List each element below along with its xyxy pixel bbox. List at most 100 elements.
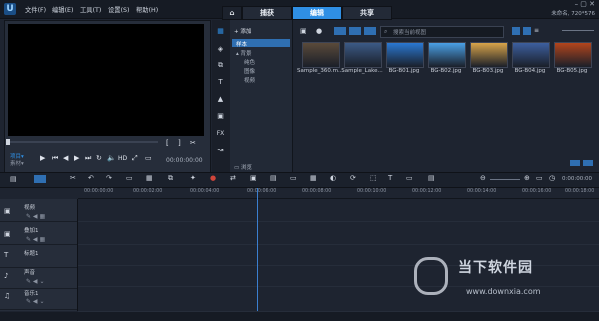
clock-icon[interactable]: ◷	[549, 174, 555, 182]
thumb-view-icon[interactable]	[523, 27, 531, 35]
folder-video[interactable]: 视频	[244, 76, 255, 84]
multicam-icon[interactable]: ▦	[310, 174, 317, 182]
chapter-icon[interactable]: ▤	[270, 174, 277, 182]
show-photo-icon[interactable]	[349, 27, 361, 35]
media-icon[interactable]: ▦	[215, 26, 226, 37]
add-folder-button[interactable]: + 添加	[234, 27, 251, 35]
prev-frame-icon[interactable]: ◀	[63, 154, 68, 162]
hd-icon[interactable]: HD	[118, 155, 127, 162]
folder-color[interactable]: 纯色	[244, 58, 255, 66]
motion-icon[interactable]: ✦	[190, 174, 196, 182]
options2-icon[interactable]	[583, 160, 593, 166]
speed-icon[interactable]: ⟳	[350, 174, 356, 182]
menu-file[interactable]: 文件(F)	[25, 5, 46, 14]
menu-settings[interactable]: 设置(S)	[108, 5, 130, 14]
title-icon[interactable]: T	[215, 77, 226, 88]
media-thumb[interactable]	[428, 42, 466, 68]
transition-icon[interactable]: ⧉	[215, 60, 226, 71]
thumb-size-slider[interactable]	[562, 30, 594, 31]
preview-scrubber[interactable]	[8, 141, 158, 143]
record-icon[interactable]: ●	[316, 27, 322, 35]
tab-capture[interactable]: 捕获	[242, 6, 292, 20]
show-video-icon[interactable]	[334, 27, 346, 35]
cc-icon[interactable]: ▭	[290, 174, 297, 182]
filter-icon[interactable]: ▣	[215, 111, 226, 122]
export-icon[interactable]: ▤	[428, 174, 435, 182]
browse-button[interactable]: ▭ 浏览	[234, 163, 252, 171]
playhead[interactable]	[257, 188, 258, 311]
mask-icon[interactable]: ◐	[330, 174, 336, 182]
play-icon[interactable]: ▶	[40, 154, 45, 162]
preview-timecode[interactable]: 00:00:00:00	[166, 157, 203, 164]
track-edit-icon[interactable]: ✎ ◀ ▦	[26, 236, 45, 243]
fx-icon[interactable]: FX	[215, 128, 226, 139]
path-icon[interactable]: ↝	[215, 145, 226, 156]
folder-image[interactable]: 图像	[244, 67, 255, 75]
aspect-icon[interactable]: ▭	[145, 154, 152, 162]
overlay-track-area[interactable]	[78, 222, 599, 245]
media-thumb[interactable]	[386, 42, 424, 68]
scrubber-knob[interactable]	[6, 139, 10, 145]
list-view-icon[interactable]	[512, 27, 520, 35]
media-thumb[interactable]	[554, 42, 592, 68]
video-track-area[interactable]	[78, 199, 599, 222]
subtitle-icon[interactable]: ▣	[250, 174, 257, 182]
tab-share[interactable]: 共享	[342, 6, 392, 20]
ruler-label: 00:00:18:00	[565, 189, 595, 194]
window-controls[interactable]: – ▢ ✕	[575, 0, 595, 8]
track-edit-icon[interactable]: ✎ ◀ ⌄	[26, 298, 44, 305]
menu-tools[interactable]: 工具(T)	[80, 5, 101, 14]
show-audio-icon[interactable]	[364, 27, 376, 35]
home-icon[interactable]: ⌂	[222, 6, 242, 20]
fit-project-icon[interactable]: ▭	[536, 174, 543, 182]
track-icon[interactable]: ●	[210, 174, 216, 182]
instant-project-icon[interactable]: ◈	[215, 44, 226, 55]
record-capture-icon[interactable]: ▭	[126, 174, 133, 182]
media-thumb[interactable]	[344, 42, 382, 68]
timeline-scrollbar[interactable]	[0, 312, 599, 321]
folder-background[interactable]: ▴ 背景	[236, 49, 252, 57]
volume-icon[interactable]: 🔈	[107, 154, 116, 162]
media-thumb[interactable]	[512, 42, 550, 68]
end-icon[interactable]: ⏭	[85, 154, 91, 163]
mark-in-icon[interactable]: [	[166, 139, 169, 147]
timeline-view-icon[interactable]	[34, 175, 46, 183]
split-audio-icon[interactable]: ⇄	[230, 174, 236, 182]
auto-music-icon[interactable]: ⧉	[168, 174, 173, 183]
options-icon[interactable]	[570, 160, 580, 166]
redo-icon[interactable]: ↷	[106, 174, 112, 182]
graphic-icon[interactable]: ▲	[215, 94, 226, 105]
clip-mode[interactable]: 素材▾	[10, 159, 24, 167]
media-thumb[interactable]	[302, 42, 340, 68]
home-start-icon[interactable]: ⏮	[52, 154, 58, 163]
track-name: 叠加1	[24, 228, 39, 234]
next-frame-icon[interactable]: ▶	[74, 154, 79, 162]
search-field[interactable]: ⌕ 搜索当前视图	[380, 26, 504, 38]
text-tool-icon[interactable]: T	[388, 174, 392, 182]
folder-sample[interactable]: 样本	[236, 40, 247, 48]
title-track-icon: T	[4, 251, 9, 259]
expand-icon[interactable]: ⤢	[132, 154, 138, 163]
undo-icon[interactable]: ↶	[88, 174, 94, 182]
timeline-timecode[interactable]: 0:00:00:00	[562, 176, 592, 182]
track-edit-icon[interactable]: ✎ ◀ ▦	[26, 213, 45, 220]
split-icon[interactable]: ✂	[190, 139, 196, 147]
media-thumb[interactable]	[470, 42, 508, 68]
tracks-icon[interactable]: ✂	[70, 174, 76, 182]
import-icon[interactable]: ▣	[300, 27, 307, 35]
menu-help[interactable]: 帮助(H)	[136, 5, 158, 14]
track-edit-icon[interactable]: ✎ ◀ ⌄	[26, 278, 44, 285]
fit-icon[interactable]: ⬚	[370, 174, 377, 182]
zoom-out-icon[interactable]: ⊖	[480, 174, 486, 182]
mixer-icon[interactable]: ▦	[146, 174, 153, 182]
menu-edit[interactable]: 编辑(E)	[52, 5, 74, 14]
mark-out-icon[interactable]: ]	[178, 139, 181, 147]
storyboard-view-icon[interactable]: ▤	[10, 175, 17, 183]
media-label: Sample_Lake...	[341, 68, 383, 74]
template-icon[interactable]: ▭	[406, 174, 413, 182]
zoom-slider[interactable]	[490, 179, 520, 180]
sort-icon[interactable]: ≡	[534, 27, 539, 34]
tab-edit[interactable]: 编辑	[292, 6, 342, 20]
repeat-icon[interactable]: ↻	[96, 154, 102, 162]
zoom-in-icon[interactable]: ⊕	[524, 174, 530, 182]
